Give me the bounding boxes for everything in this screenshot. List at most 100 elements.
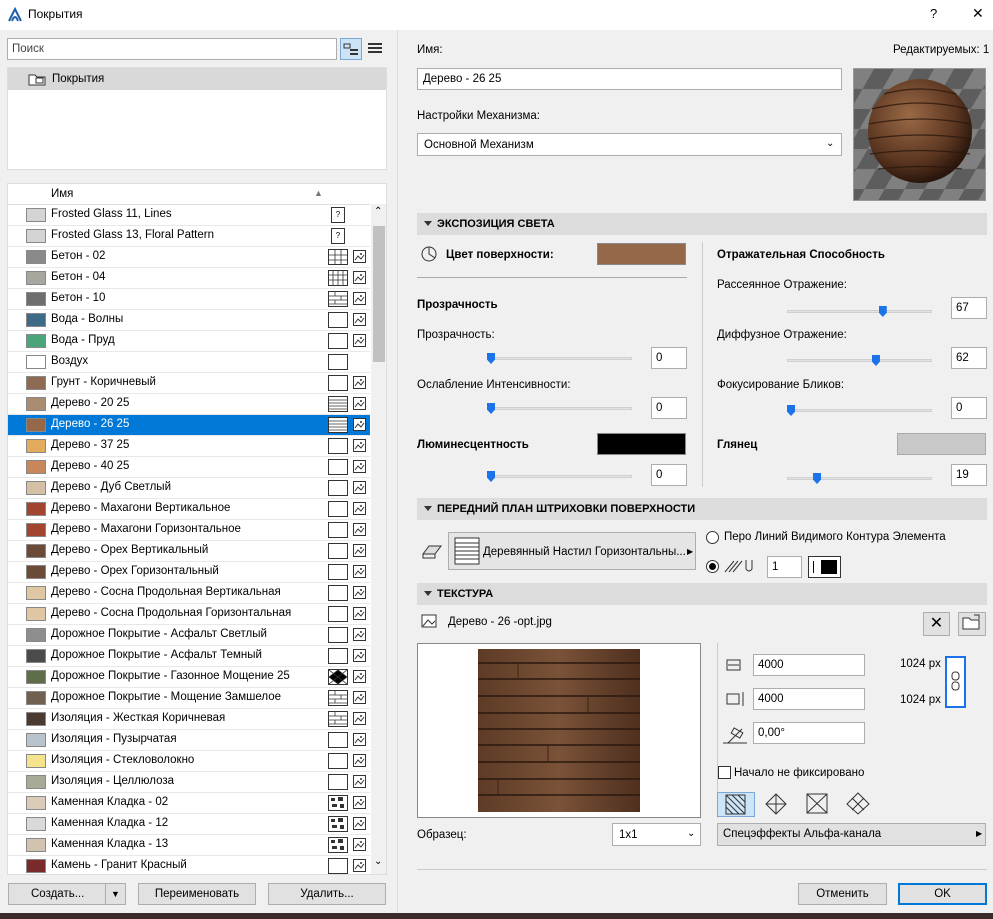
surface-color-swatch[interactable] bbox=[597, 243, 686, 265]
list-item[interactable]: Каменная Кладка - 02 bbox=[8, 793, 370, 814]
gloss-slider-thumb[interactable] bbox=[813, 473, 822, 484]
hatch-pattern-icon bbox=[328, 396, 348, 412]
pen-input[interactable]: 1 bbox=[767, 556, 802, 578]
engine-select[interactable]: Основной Механизм ⌄ bbox=[417, 133, 842, 156]
create-dropdown-icon[interactable]: ▼ bbox=[105, 884, 125, 904]
scroll-down-icon[interactable]: ⌄ bbox=[374, 856, 382, 867]
list-item[interactable]: Изоляция - Пузырчатая bbox=[8, 730, 370, 751]
link-proportions-icon[interactable] bbox=[945, 656, 966, 708]
list-item[interactable]: Каменная Кладка - 13 bbox=[8, 835, 370, 856]
luminance-color-swatch[interactable] bbox=[597, 433, 686, 455]
rename-button[interactable]: Переименовать bbox=[138, 883, 256, 905]
list-item[interactable]: Дерево - Орех Вертикальный bbox=[8, 541, 370, 562]
help-button[interactable]: ? bbox=[930, 6, 937, 21]
list-item[interactable]: Вода - Волны bbox=[8, 310, 370, 331]
name-input[interactable]: Дерево - 26 25 bbox=[417, 68, 842, 90]
falloff-slider[interactable] bbox=[487, 407, 632, 410]
list-item[interactable]: Бетон - 02 bbox=[8, 247, 370, 268]
list-item[interactable]: Изоляция - Стекловолокно bbox=[8, 751, 370, 772]
list-item[interactable]: Дерево - 26 25 bbox=[8, 415, 370, 436]
list-item[interactable]: Каменная Кладка - 12 bbox=[8, 814, 370, 835]
list-item[interactable]: Дорожное Покрытие - Мощение Замшелое bbox=[8, 688, 370, 709]
transparency-slider-thumb[interactable] bbox=[487, 353, 495, 364]
list-item[interactable]: Вода - Пруд bbox=[8, 331, 370, 352]
list-item[interactable]: Дорожное Покрытие - Газонное Мощение 25 bbox=[8, 667, 370, 688]
falloff-input[interactable]: 0 bbox=[651, 397, 687, 419]
list-item[interactable]: Дорожное Покрытие - Асфальт Темный bbox=[8, 646, 370, 667]
luminance-slider[interactable] bbox=[487, 475, 632, 478]
list-item[interactable]: Изоляция - Целлюлоза bbox=[8, 772, 370, 793]
ambient-slider-thumb[interactable] bbox=[878, 306, 887, 317]
radio-pen-contour[interactable] bbox=[706, 531, 719, 544]
hatch-select-button[interactable]: Деревянный Настил Горизонтальны... ▶ bbox=[448, 532, 696, 570]
list-item[interactable]: Дерево - Махагони Вертикальное bbox=[8, 499, 370, 520]
diffuse-input[interactable]: 62 bbox=[951, 347, 987, 369]
list-item[interactable]: Грунт - Коричневый bbox=[8, 373, 370, 394]
transparency-slider[interactable] bbox=[487, 357, 632, 360]
list-item[interactable]: Камень - Гранит Красный bbox=[8, 856, 370, 874]
hatch-pattern-icon bbox=[328, 858, 348, 874]
origin-checkbox[interactable] bbox=[718, 766, 731, 779]
list-item[interactable]: Дерево - 20 25 bbox=[8, 394, 370, 415]
mapping-mode-3[interactable] bbox=[799, 792, 837, 817]
hatch-pattern-icon bbox=[328, 690, 348, 706]
scroll-up-icon[interactable]: ⌃ bbox=[374, 206, 382, 217]
close-button[interactable]: ✕ bbox=[972, 5, 984, 22]
list-item[interactable]: Дерево - 40 25 bbox=[8, 457, 370, 478]
list-item[interactable]: Дерево - Орех Горизонтальный bbox=[8, 562, 370, 583]
cancel-button[interactable]: Отменить bbox=[798, 883, 887, 905]
list-item[interactable]: Frosted Glass 11, Lines? bbox=[8, 205, 370, 226]
diffuse-slider[interactable] bbox=[787, 359, 932, 362]
list-item[interactable]: Дерево - Сосна Продольная Вертикальная bbox=[8, 583, 370, 604]
alpha-effects-button[interactable]: Спецэффекты Альфа-канала ▶ bbox=[717, 823, 986, 846]
list-item[interactable]: Frosted Glass 13, Floral Pattern? bbox=[8, 226, 370, 247]
list-item[interactable]: Дорожное Покрытие - Асфальт Светлый bbox=[8, 625, 370, 646]
pen-color-swatch[interactable] bbox=[808, 556, 841, 578]
gloss-slider[interactable] bbox=[787, 477, 932, 480]
radio-pen-custom[interactable] bbox=[706, 560, 719, 573]
scroll-thumb[interactable] bbox=[373, 226, 385, 362]
remove-texture-button[interactable]: ✕ bbox=[923, 612, 950, 636]
list-item[interactable]: Дерево - Сосна Продольная Горизонтальная bbox=[8, 604, 370, 625]
splitter[interactable] bbox=[397, 30, 398, 919]
list-item[interactable]: Дерево - Дуб Светлый bbox=[8, 478, 370, 499]
tree-view-toggle-icon[interactable] bbox=[340, 38, 362, 60]
column-name-header[interactable]: Имя bbox=[51, 188, 73, 200]
list-item[interactable]: Бетон - 10 bbox=[8, 289, 370, 310]
luminance-slider-thumb[interactable] bbox=[487, 471, 495, 482]
list-item[interactable]: Воздух bbox=[8, 352, 370, 373]
gloss-input[interactable]: 19 bbox=[951, 464, 987, 486]
list-item[interactable]: Дерево - Махагони Горизонтальное bbox=[8, 520, 370, 541]
sample-select[interactable]: 1x1 ⌄ bbox=[612, 823, 701, 846]
delete-button[interactable]: Удалить... bbox=[268, 883, 386, 905]
falloff-slider-thumb[interactable] bbox=[487, 403, 495, 414]
specular-input[interactable]: 0 bbox=[951, 397, 987, 419]
ambient-input[interactable]: 67 bbox=[951, 297, 987, 319]
diffuse-slider-thumb[interactable] bbox=[871, 355, 880, 366]
mapping-mode-1[interactable] bbox=[717, 792, 755, 817]
specular-slider-thumb[interactable] bbox=[787, 405, 795, 416]
texture-angle-input[interactable]: 0,00° bbox=[753, 722, 865, 744]
section-texture[interactable]: ТЕКСТУРА bbox=[417, 583, 987, 605]
specular-slider[interactable] bbox=[787, 409, 932, 412]
texture-height-input[interactable]: 4000 bbox=[753, 688, 865, 710]
gloss-color-swatch[interactable] bbox=[897, 433, 986, 455]
create-button[interactable]: Создать... ▼ bbox=[8, 883, 126, 905]
ok-button[interactable]: OK bbox=[898, 883, 987, 905]
browse-texture-button[interactable] bbox=[958, 612, 986, 636]
luminance-input[interactable]: 0 bbox=[651, 464, 687, 486]
list-view-toggle-icon[interactable] bbox=[365, 38, 387, 60]
list-item[interactable]: Дерево - 37 25 bbox=[8, 436, 370, 457]
list-scrollbar[interactable]: ⌃ ⌄ bbox=[371, 204, 386, 874]
texture-width-input[interactable]: 4000 bbox=[753, 654, 865, 676]
tree-root-item[interactable]: Покрытия bbox=[8, 68, 386, 90]
transparency-input[interactable]: 0 bbox=[651, 347, 687, 369]
mapping-mode-4[interactable] bbox=[840, 792, 878, 817]
mapping-mode-2[interactable] bbox=[758, 792, 796, 817]
section-light-exposure[interactable]: ЭКСПОЗИЦИЯ СВЕТА bbox=[417, 213, 987, 235]
list-item[interactable]: Изоляция - Жесткая Коричневая bbox=[8, 709, 370, 730]
search-input[interactable]: Поиск bbox=[7, 38, 337, 60]
section-surface-hatch[interactable]: ПЕРЕДНИЙ ПЛАН ШТРИХОВКИ ПОВЕРХНОСТИ bbox=[417, 498, 987, 520]
list-item[interactable]: Бетон - 04 bbox=[8, 268, 370, 289]
ambient-slider[interactable] bbox=[787, 310, 932, 313]
